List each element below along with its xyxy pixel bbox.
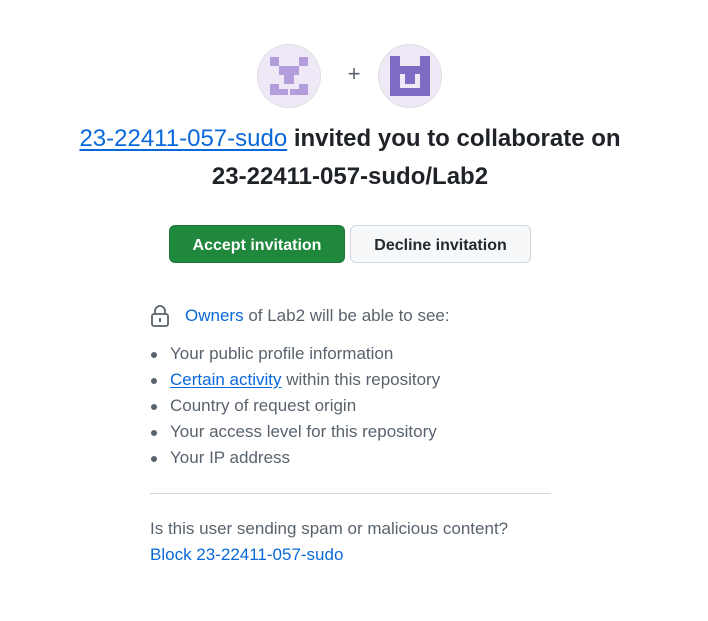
inviter-username-link[interactable]: 23-22411-057-sudo xyxy=(79,125,287,152)
block-user-link[interactable]: Block 23-22411-057-sudo xyxy=(150,542,343,568)
repo-full-name: 23-22411-057-sudo/Lab2 xyxy=(211,163,489,190)
list-item: Your access level for this repository xyxy=(150,419,440,445)
decline-invitation-button[interactable]: Decline invitation xyxy=(350,225,531,263)
list-item-text: Country of request origin xyxy=(170,396,357,415)
list-item: Your IP address xyxy=(150,445,440,471)
invite-text: invited you to collaborate on xyxy=(293,125,621,152)
identicon-icon xyxy=(379,45,441,107)
plus-icon: + xyxy=(347,61,361,86)
list-item: Country of request origin xyxy=(150,393,440,419)
spam-question: Is this user sending spam or malicious c… xyxy=(150,519,509,538)
visibility-list: Your public profile information Certain … xyxy=(150,341,440,471)
divider xyxy=(150,493,551,494)
list-item-text: Your access level for this repository xyxy=(170,422,437,441)
list-item-text: Your IP address xyxy=(170,448,291,467)
invitation-headline: 23-22411-057-sudo invited you to collabo… xyxy=(20,120,680,196)
owners-link[interactable]: Owners xyxy=(185,306,244,325)
repo-avatar[interactable] xyxy=(379,45,441,107)
list-item: Your public profile information xyxy=(150,341,440,367)
list-item-text: Your public profile information xyxy=(170,344,394,363)
accept-invitation-button[interactable]: Accept invitation xyxy=(169,225,345,263)
owners-suffix: of Lab2 will be able to see: xyxy=(248,306,450,325)
list-item-text: within this repository xyxy=(286,370,441,389)
lock-icon xyxy=(151,305,169,327)
inviter-avatar[interactable] xyxy=(258,45,320,107)
owners-text: Owners of Lab2 will be able to see: xyxy=(185,303,450,329)
list-item: Certain activity within this repository xyxy=(150,367,440,393)
certain-activity-link[interactable]: Certain activity xyxy=(170,370,281,389)
identicon-icon xyxy=(258,45,320,107)
avatars-row: + xyxy=(0,45,708,107)
